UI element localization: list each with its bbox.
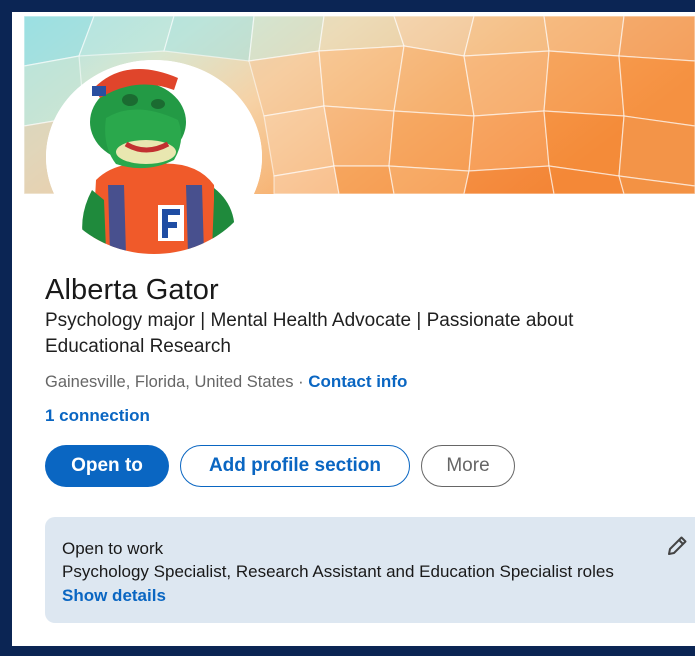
location-line: Gainesville, Florida, United States · Co… (45, 372, 407, 392)
pencil-icon[interactable] (666, 535, 688, 557)
open-to-button[interactable]: Open to (45, 445, 169, 487)
profile-location: Gainesville, Florida, United States (45, 373, 294, 391)
profile-card: Alberta Gator Psychology major | Mental … (12, 12, 695, 646)
profile-name: Alberta Gator (45, 274, 219, 306)
open-to-work-roles: Psychology Specialist, Research Assistan… (62, 562, 614, 581)
contact-info-link[interactable]: Contact info (308, 372, 407, 391)
open-to-work-card[interactable]: Open to work Psychology Specialist, Rese… (45, 517, 695, 623)
location-separator: · (293, 373, 309, 391)
show-details-link[interactable]: Show details (62, 586, 166, 606)
profile-avatar[interactable] (46, 60, 262, 254)
add-profile-section-button[interactable]: Add profile section (180, 445, 410, 487)
profile-headline: Psychology major | Mental Health Advocat… (45, 310, 574, 357)
more-button[interactable]: More (421, 445, 515, 487)
connections-link[interactable]: 1 connection (45, 406, 150, 426)
open-to-work-title: Open to work (62, 539, 164, 558)
